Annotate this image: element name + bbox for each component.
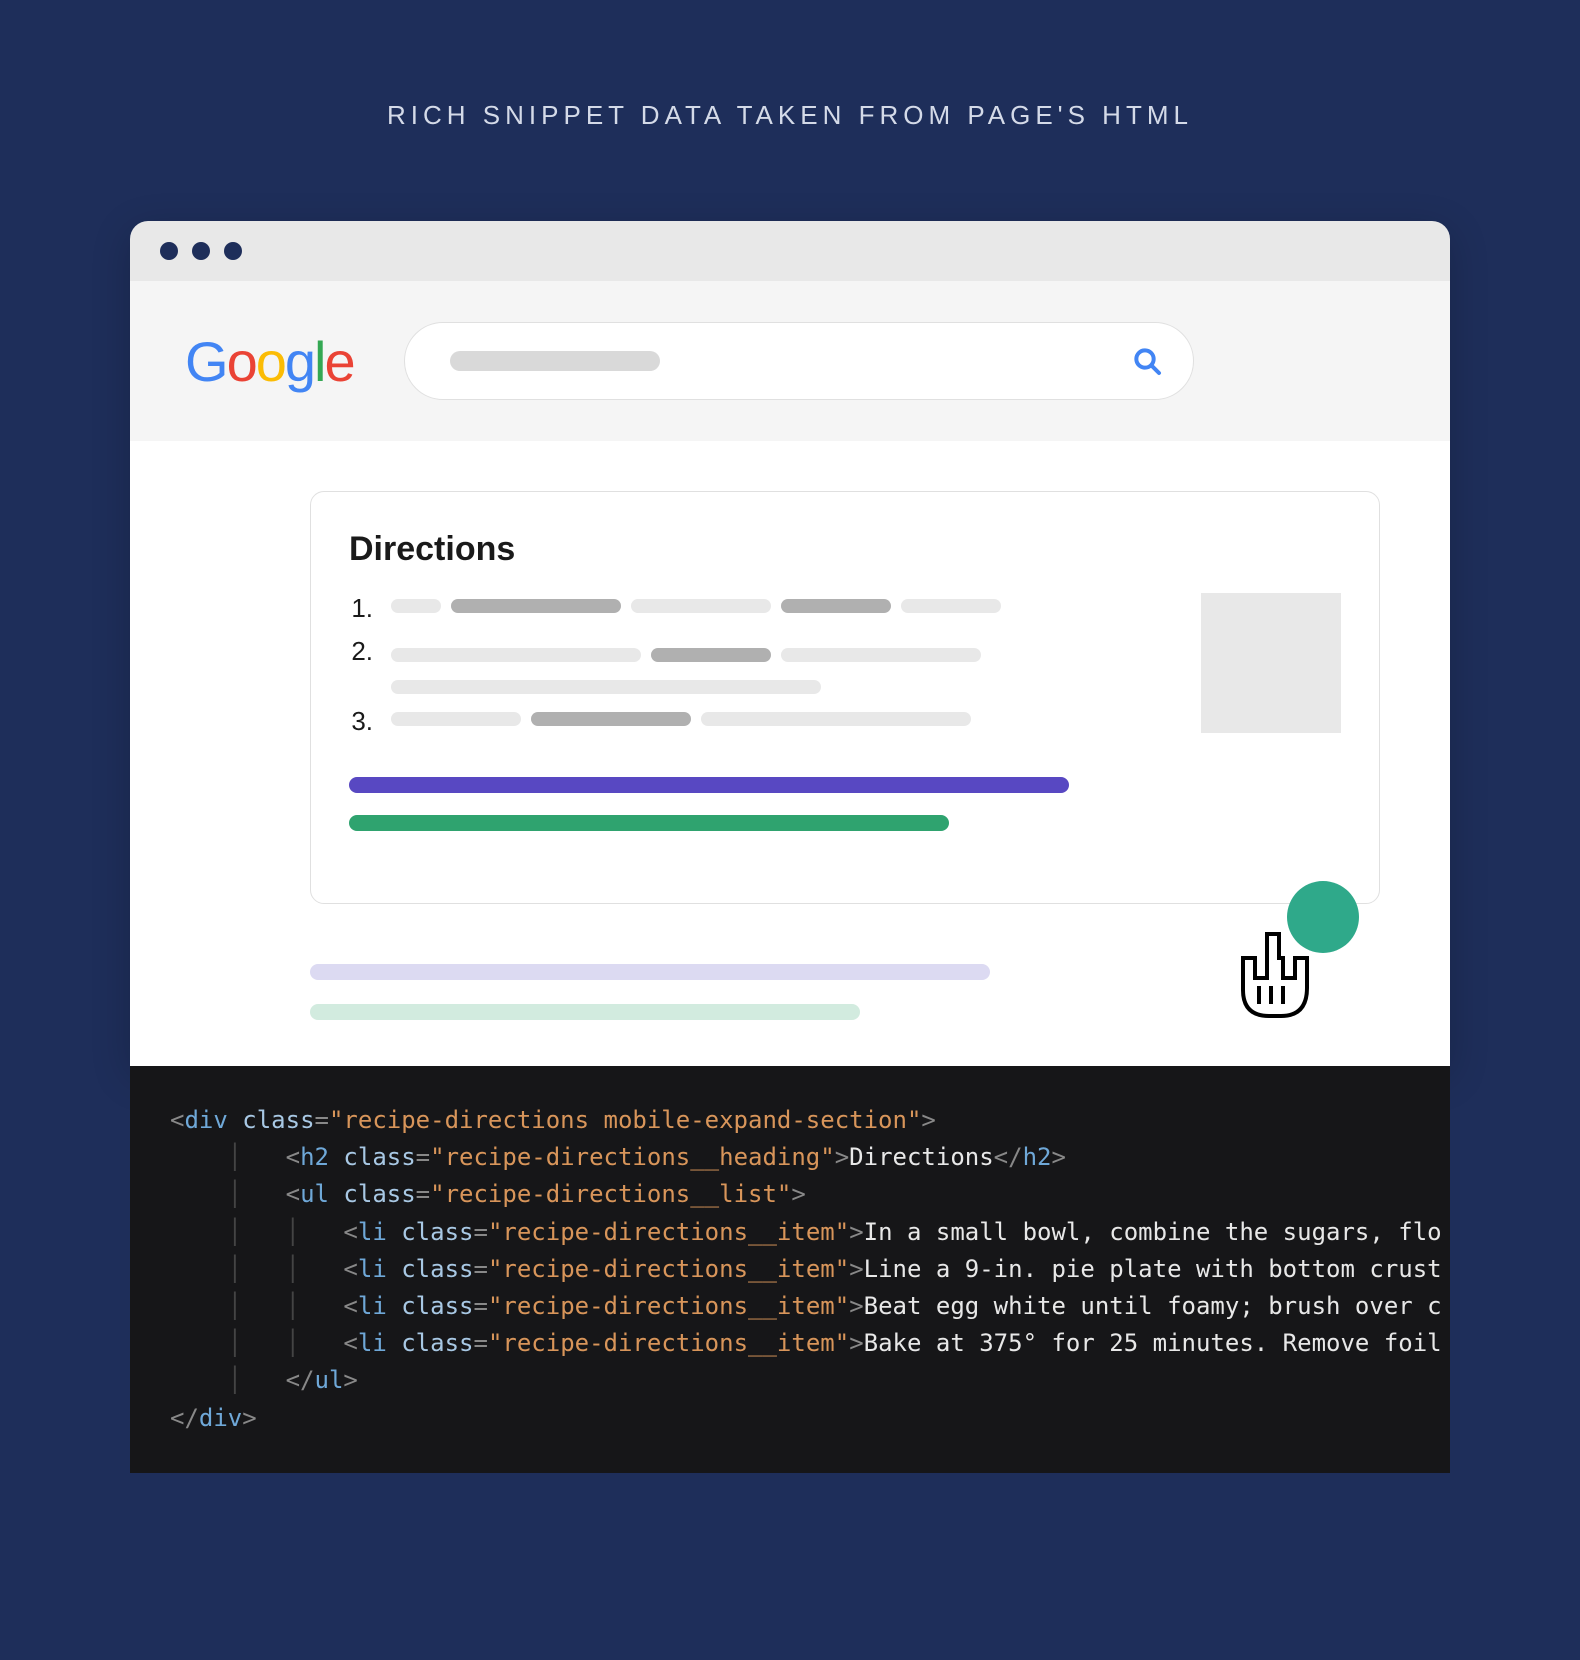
search-input[interactable] [404,322,1194,400]
logo-letter: g [285,330,314,393]
list-number: 1. [349,593,373,624]
logo-letter: e [324,330,353,393]
result-title-link[interactable] [310,964,990,980]
logo-letter: o [227,330,256,393]
code-text: In a small bowl, combine the sugars, flo [864,1218,1442,1246]
code-attr-value: recipe-directions__heading [445,1143,821,1171]
next-result [310,964,1380,1020]
rich-snippet-card: Directions 1. 2. [310,491,1380,904]
code-text: Bake at 375° for 25 minutes. Remove foil [864,1329,1442,1357]
code-attr-value: recipe-directions__item [502,1255,834,1283]
result-url [310,1004,860,1020]
cursor-pointer-icon [1225,928,1315,1033]
code-text: Beat egg white until foamy; brush over c [864,1292,1442,1320]
google-logo: Google [185,329,354,394]
page-title: RICH SNIPPET DATA TAKEN FROM PAGE'S HTML [0,0,1580,131]
window-control-dot[interactable] [160,242,178,260]
logo-letter: G [185,330,227,393]
browser-window: Google Directions 1. [130,221,1450,1066]
window-control-dot[interactable] [192,242,210,260]
code-panel: <div class="recipe-directions mobile-exp… [130,1066,1450,1473]
logo-letter: o [256,330,285,393]
browser-body: Directions 1. 2. [130,441,1450,1066]
list-item: 1. [349,593,1173,624]
code-text: Directions [849,1143,994,1171]
search-icon[interactable] [1131,345,1163,377]
browser-header: Google [130,281,1450,441]
directions-list: 1. 2. [349,593,1173,749]
code-text: Line a 9-in. pie plate with bottom crust [864,1255,1442,1283]
list-item: 2. [349,636,1173,694]
code-attr-value: recipe-directions__item [502,1218,834,1246]
code-attr-value: recipe-directions__item [502,1292,834,1320]
search-placeholder [450,351,660,371]
window-control-dot[interactable] [224,242,242,260]
list-item: 3. [349,706,1173,737]
result-title-link[interactable] [349,777,1069,793]
snippet-heading: Directions [349,530,1341,569]
browser-titlebar [130,221,1450,281]
list-number: 2. [349,636,373,667]
result-link-bars [349,777,1341,831]
logo-letter: l [314,330,324,393]
list-number: 3. [349,706,373,737]
code-attr-value: recipe-directions__item [502,1329,834,1357]
result-url [349,815,949,831]
snippet-thumbnail [1201,593,1341,733]
code-attr-value: recipe-directions__list [445,1180,777,1208]
code-attr-value: recipe-directions mobile-expand-section [343,1106,907,1134]
